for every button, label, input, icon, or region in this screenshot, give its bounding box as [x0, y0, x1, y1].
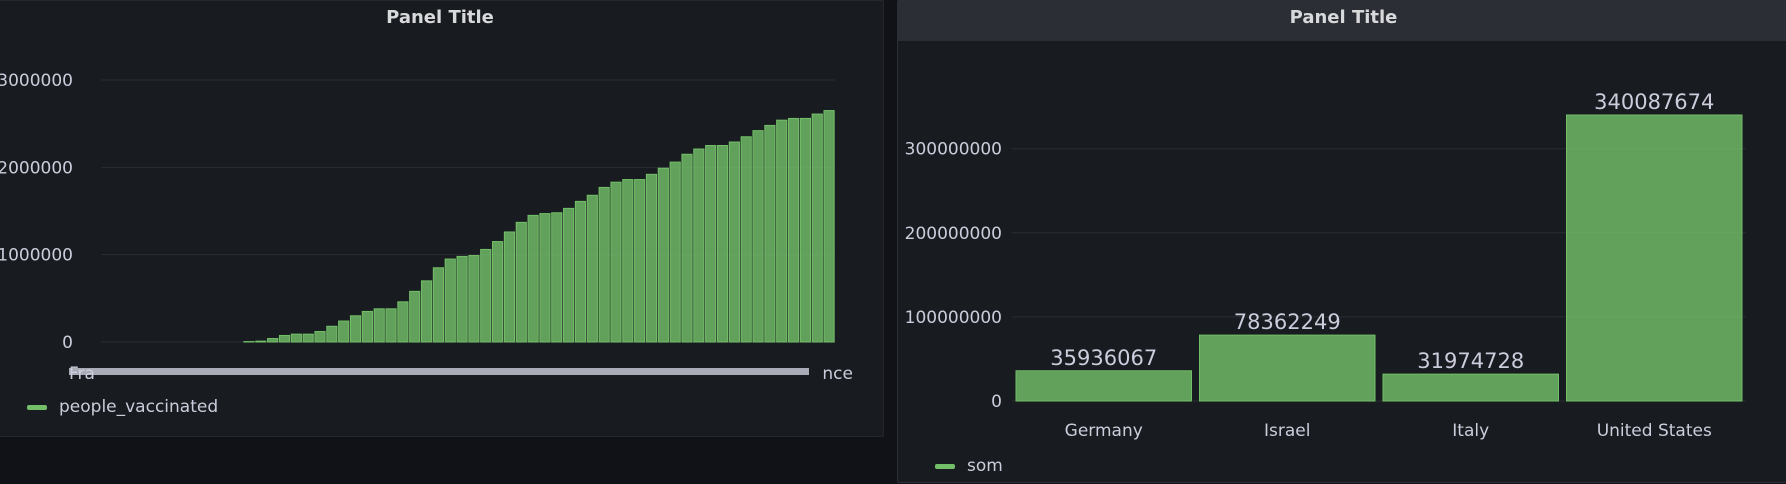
country-totals-bar-chart: 0 100000000 200000000 300000000 35936067 Germ…	[898, 1, 1786, 484]
x-tick-label-united-states: United States	[1597, 421, 1712, 441]
people-vaccinated-bar-chart: 0 1000000 2000000 3000000 Fra nce	[0, 1, 885, 438]
bar	[800, 118, 810, 342]
legend-swatch	[935, 464, 955, 469]
bar	[433, 268, 443, 342]
y-tick-label: 300000000	[905, 140, 1002, 160]
bar	[552, 213, 562, 342]
bar-israel	[1200, 335, 1376, 401]
x-tick-label-last: nce	[822, 364, 853, 384]
bar	[374, 309, 384, 342]
bar	[493, 242, 503, 342]
x-tick-label-germany: Germany	[1065, 421, 1143, 441]
bar	[291, 334, 301, 342]
bar	[268, 339, 278, 342]
bar	[445, 259, 455, 342]
bar	[350, 316, 360, 342]
bar	[599, 187, 609, 342]
data-label-israel: 78362249	[1234, 310, 1341, 334]
x-tick-labels-overlap	[69, 368, 809, 375]
bar	[788, 118, 798, 342]
bar	[777, 120, 787, 342]
x-tick-label-first: Fra	[69, 364, 95, 384]
y-tick-label: 2000000	[0, 158, 73, 178]
bar	[303, 334, 313, 342]
bar	[741, 137, 751, 342]
bar-germany	[1016, 371, 1192, 401]
bar	[706, 146, 716, 343]
data-label-united-states: 340087674	[1594, 90, 1714, 114]
data-label-italy: 31974728	[1417, 349, 1524, 373]
legend-label-som[interactable]: som	[967, 456, 1003, 476]
bar	[587, 195, 597, 342]
y-tick-label: 0	[62, 333, 73, 353]
panel-country-totals: Panel Title 0100000000200000000300000000…	[897, 0, 1786, 483]
bar	[575, 201, 585, 342]
bar	[670, 162, 680, 342]
bar	[504, 232, 514, 342]
y-tick-label: 200000000	[905, 224, 1002, 244]
bar	[717, 146, 727, 343]
bar	[729, 142, 739, 342]
bar	[611, 182, 621, 342]
bar-italy	[1383, 374, 1559, 401]
bar	[694, 149, 704, 342]
bar	[362, 311, 372, 342]
bar	[623, 180, 633, 342]
bar	[765, 125, 775, 342]
bar	[327, 326, 337, 342]
panel-people-vaccinated: Panel Title 0100000020000003000000France…	[0, 0, 884, 437]
y-tick-label: 100000000	[905, 308, 1002, 328]
x-tick-label-italy: Italy	[1452, 421, 1489, 441]
bar	[528, 215, 538, 342]
bar	[339, 321, 349, 342]
data-label-germany: 35936067	[1050, 346, 1157, 370]
bar	[386, 309, 396, 342]
y-tick-label: 3000000	[0, 71, 73, 91]
bar	[256, 341, 266, 342]
bar	[457, 256, 467, 342]
bar	[824, 111, 834, 342]
legend-label-people-vaccinated[interactable]: people_vaccinated	[59, 397, 218, 417]
bar	[753, 131, 763, 342]
bar	[481, 249, 491, 342]
bar	[658, 168, 668, 342]
bar	[635, 180, 645, 342]
bar	[410, 291, 420, 342]
legend: som	[935, 456, 1003, 476]
bar	[421, 281, 431, 342]
bar	[398, 302, 408, 342]
y-tick-label: 1000000	[0, 246, 73, 266]
bar	[646, 174, 656, 342]
bar-united-states	[1567, 115, 1743, 401]
bar	[812, 114, 822, 342]
bar	[469, 256, 479, 342]
bar	[564, 208, 574, 342]
bar	[516, 222, 526, 342]
y-tick-label: 0	[991, 392, 1002, 412]
x-tick-label-israel: Israel	[1264, 421, 1310, 441]
legend: people_vaccinated	[27, 397, 218, 417]
bar	[315, 332, 325, 342]
legend-swatch	[27, 405, 47, 410]
bar	[540, 214, 550, 342]
bar	[682, 154, 692, 342]
bar	[279, 335, 289, 342]
